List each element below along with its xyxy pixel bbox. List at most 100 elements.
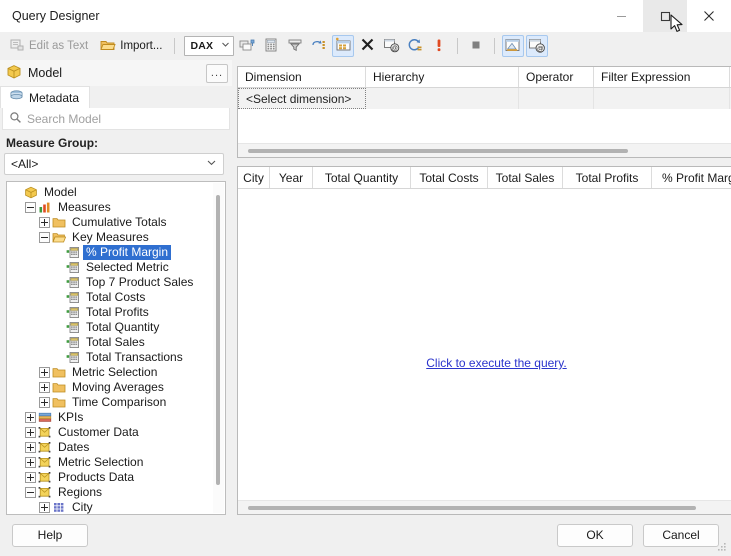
tree-item[interactable]: % Profit Margin bbox=[7, 245, 225, 260]
tree-item[interactable]: Time Comparison bbox=[7, 395, 225, 410]
query-language-select[interactable]: DAX bbox=[184, 36, 235, 56]
expand-icon[interactable] bbox=[25, 412, 36, 423]
tree-item-label: Customer Data bbox=[58, 425, 139, 439]
tree-vertical-scrollbar[interactable] bbox=[213, 183, 224, 513]
ok-button[interactable]: OK bbox=[557, 523, 633, 547]
tree-item[interactable]: Measures bbox=[7, 200, 225, 215]
tree-item[interactable]: KPIs bbox=[7, 410, 225, 425]
warnings-button[interactable] bbox=[428, 35, 450, 57]
result-column-header[interactable]: City bbox=[238, 167, 270, 188]
result-column-header[interactable]: Total Quantity bbox=[313, 167, 411, 188]
tree-scrollbar-thumb[interactable] bbox=[216, 195, 220, 485]
measure-group-select[interactable]: <All> bbox=[4, 153, 224, 175]
tree-item[interactable]: Total Costs bbox=[7, 290, 225, 305]
result-grid-hscrollbar[interactable] bbox=[238, 500, 731, 514]
result-column-header[interactable]: Total Costs bbox=[411, 167, 488, 188]
filter-column-header[interactable]: Dimension bbox=[238, 67, 366, 87]
calculator-button[interactable] bbox=[260, 35, 282, 57]
design-mode-button[interactable] bbox=[236, 35, 258, 57]
result-column-header[interactable]: Total Profits bbox=[563, 167, 652, 188]
tree-item[interactable]: Total Quantity bbox=[7, 320, 225, 335]
filter-grid[interactable]: Dimension Hierarchy Operator Filter Express… bbox=[237, 66, 731, 158]
tree-item[interactable]: Metric Selection bbox=[7, 365, 225, 380]
cancel-button[interactable]: Cancel bbox=[643, 523, 719, 547]
filter-column-header[interactable]: Filter Expression bbox=[594, 67, 730, 87]
delete-button[interactable] bbox=[356, 35, 378, 57]
tree-item[interactable]: Products Data bbox=[7, 470, 225, 485]
import-folder-icon bbox=[100, 37, 116, 56]
maximize-button[interactable] bbox=[643, 0, 687, 33]
tree-item[interactable]: Total Transactions bbox=[7, 350, 225, 365]
tree-item[interactable]: Key Measures bbox=[7, 230, 225, 245]
expand-icon[interactable] bbox=[39, 367, 50, 378]
tree-item[interactable]: City bbox=[7, 500, 225, 514]
model-menu-button[interactable]: ... bbox=[206, 63, 228, 83]
result-column-header[interactable]: Year bbox=[270, 167, 313, 188]
tree-item[interactable]: Cumulative Totals bbox=[7, 215, 225, 230]
select-dimension-cell[interactable]: <Select dimension> bbox=[238, 88, 366, 109]
cube-icon bbox=[24, 186, 38, 199]
import-button[interactable]: Import... bbox=[95, 35, 167, 57]
tree-item[interactable]: Dates bbox=[7, 440, 225, 455]
expand-icon[interactable] bbox=[39, 217, 50, 228]
expand-icon[interactable] bbox=[25, 427, 36, 438]
collapse-icon[interactable] bbox=[39, 232, 50, 243]
expand-icon[interactable] bbox=[39, 382, 50, 393]
measure-icon bbox=[66, 336, 80, 349]
add-calculated-member-button[interactable] bbox=[332, 35, 355, 57]
expand-icon[interactable] bbox=[39, 397, 50, 408]
help-button[interactable]: Help bbox=[12, 523, 88, 547]
tree-item[interactable]: Total Profits bbox=[7, 305, 225, 320]
table-icon bbox=[38, 426, 52, 439]
filter-cell[interactable] bbox=[519, 88, 594, 109]
filter-hscrollbar-thumb[interactable] bbox=[248, 149, 628, 153]
stop-button[interactable] bbox=[465, 35, 487, 57]
design-toggle-button[interactable] bbox=[502, 35, 525, 57]
filter-cell[interactable] bbox=[366, 88, 519, 109]
query-parameters-button[interactable]: @ bbox=[380, 35, 402, 57]
expand-icon[interactable] bbox=[25, 457, 36, 468]
result-grid-body[interactable]: Click to execute the query. bbox=[238, 189, 731, 500]
measure-icon bbox=[66, 261, 80, 274]
auto-execute-button[interactable] bbox=[308, 35, 330, 57]
edit-as-text-button[interactable]: Edit as Text bbox=[4, 35, 93, 57]
expand-icon[interactable] bbox=[25, 472, 36, 483]
tree-item[interactable]: Total Sales bbox=[7, 335, 225, 350]
filter-button[interactable] bbox=[284, 35, 306, 57]
edit-as-text-icon bbox=[9, 37, 25, 56]
tree-item[interactable]: Model bbox=[7, 185, 225, 200]
filter-grid-hscrollbar[interactable] bbox=[238, 143, 731, 157]
tab-metadata[interactable]: Metadata bbox=[0, 86, 91, 108]
delete-icon bbox=[360, 37, 375, 55]
filter-cell[interactable] bbox=[594, 88, 730, 109]
search-model-input[interactable]: Search Model bbox=[2, 108, 230, 130]
expand-icon[interactable] bbox=[39, 502, 50, 513]
collapse-icon[interactable] bbox=[25, 202, 36, 213]
metadata-tree[interactable]: Model Measures Cumulative Totals Key Measur… bbox=[6, 181, 226, 515]
refresh-fields-button[interactable] bbox=[404, 35, 426, 57]
tree-item-label: Dates bbox=[58, 440, 90, 454]
execute-query-link[interactable]: Click to execute the query. bbox=[238, 356, 731, 370]
result-column-header[interactable]: % Profit Margin bbox=[652, 167, 731, 188]
result-hscrollbar-thumb[interactable] bbox=[248, 506, 696, 510]
tree-item[interactable]: Selected Metric bbox=[7, 260, 225, 275]
tree-item[interactable]: Moving Averages bbox=[7, 380, 225, 395]
expand-icon[interactable] bbox=[25, 442, 36, 453]
tree-item[interactable]: Customer Data bbox=[7, 425, 225, 440]
result-grid[interactable]: City Year Total Quantity Total Costs Total S… bbox=[237, 166, 731, 515]
tree-item[interactable]: Regions bbox=[7, 485, 225, 500]
tree-item[interactable]: Metric Selection bbox=[7, 455, 225, 470]
minimize-button[interactable] bbox=[599, 0, 643, 32]
resize-grip[interactable] bbox=[716, 541, 728, 553]
filter-grid-row[interactable]: <Select dimension> bbox=[238, 88, 731, 109]
tree-item[interactable]: Top 7 Product Sales bbox=[7, 275, 225, 290]
filter-column-header[interactable]: Operator bbox=[519, 67, 594, 87]
close-button[interactable] bbox=[687, 0, 731, 32]
query-at-toggle-button[interactable]: @ bbox=[526, 35, 549, 57]
collapse-icon[interactable] bbox=[25, 487, 36, 498]
filter-column-header[interactable]: Hierarchy bbox=[366, 67, 519, 87]
result-column-header[interactable]: Total Sales bbox=[488, 167, 563, 188]
